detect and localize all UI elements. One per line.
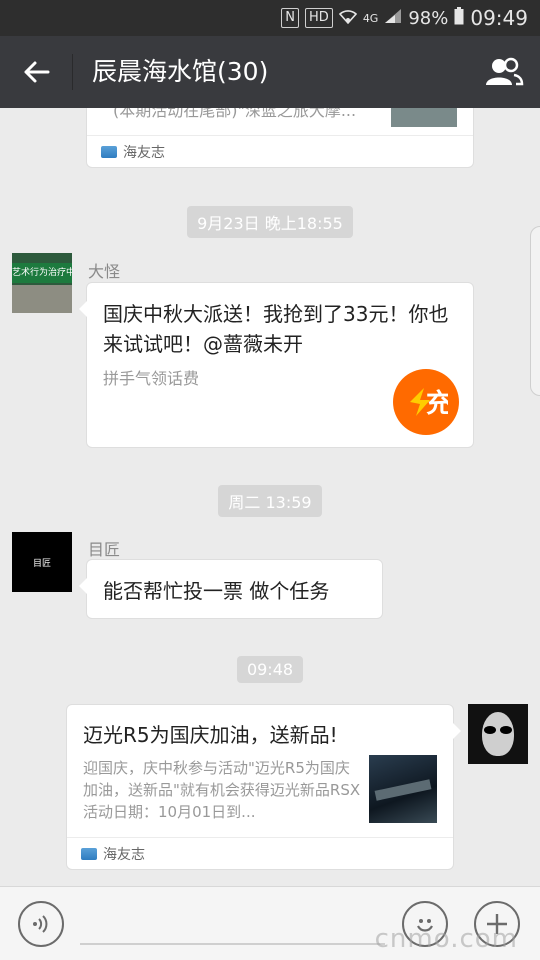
- article-thumbnail: [369, 755, 437, 823]
- arrow-left-icon: [24, 61, 50, 83]
- source-name: 海友志: [103, 846, 145, 863]
- voice-toggle-button[interactable]: [18, 901, 64, 947]
- avatar-sign: 艺术行为治疗中心: [12, 263, 72, 283]
- avatar-mujiang[interactable]: 目匠: [12, 532, 72, 592]
- message-text: 能否帮忙投一票 做个任务: [103, 578, 330, 603]
- timestamp: 周二 13:59: [0, 485, 540, 517]
- red-packet-card[interactable]: 国庆中秋大派送！我抢到了33元！你也来试试吧！@蔷薇未开 拼手气领话费 充: [79, 282, 474, 448]
- timestamp-label: 周二 13:59: [218, 485, 322, 517]
- wifi-icon: [338, 8, 357, 29]
- timestamp-label: 9月23日 晚上18:55: [187, 206, 353, 238]
- article-title: 迈光R5为国庆加油，送新品!: [83, 723, 338, 747]
- message-list[interactable]: (本期活动在尾部)"深蓝之旅大摩... 海友志 9月23日 晚上18:55 艺术…: [0, 108, 540, 886]
- article-description: 迎国庆，庆中秋参与活动"迈光R5为国庆加油，送新品"就有机会获得迈光新品RSX活…: [83, 759, 361, 821]
- timestamp: 9月23日 晚上18:55: [0, 206, 540, 238]
- timestamp-label: 09:48: [236, 656, 304, 683]
- source-logo-icon: [101, 145, 117, 158]
- hd-indicator: HD: [305, 8, 333, 28]
- message-input[interactable]: [80, 903, 385, 945]
- recharge-logo-icon: 充: [393, 369, 459, 435]
- group-info-button[interactable]: [484, 54, 524, 90]
- red-packet-subtitle: 拼手气领话费: [103, 369, 200, 388]
- battery-icon: [454, 6, 464, 30]
- article-source: 海友志: [67, 837, 453, 869]
- chat-header: 辰晨海水馆(30): [0, 36, 540, 108]
- article-thumbnail: [391, 108, 457, 127]
- sender-name: 目匠: [88, 540, 121, 559]
- input-bar: cnmo.com: [0, 886, 540, 960]
- nfc-indicator: N: [281, 8, 300, 28]
- scroll-indicator[interactable]: [530, 226, 540, 396]
- back-button[interactable]: [18, 54, 54, 90]
- watermark: cnmo.com: [374, 924, 518, 954]
- avatar-self[interactable]: [468, 704, 528, 764]
- header-divider: [72, 54, 73, 90]
- avatar-dagui[interactable]: 艺术行为治疗中心: [12, 253, 72, 313]
- article-source: 海友志: [87, 135, 473, 167]
- clock: 09:49: [470, 6, 528, 30]
- sunglasses-icon: [484, 726, 512, 734]
- voice-icon: [33, 915, 48, 933]
- avatar-label: 目匠: [32, 558, 51, 569]
- timestamp: 09:48: [0, 656, 540, 683]
- article-description: (本期活动在尾部)"深蓝之旅大摩...: [113, 108, 357, 120]
- group-members-icon: [486, 57, 524, 86]
- battery-percent: 98%: [408, 7, 449, 29]
- network-type: 4G: [362, 11, 379, 25]
- shared-article-card-previous[interactable]: (本期活动在尾部)"深蓝之旅大摩... 海友志: [86, 108, 474, 168]
- chat-title: 辰晨海水馆(30): [92, 57, 269, 86]
- red-packet-text: 国庆中秋大派送！我抢到了33元！你也来试试吧！@蔷薇未开: [103, 302, 449, 356]
- sender-name: 大怪: [88, 262, 121, 281]
- svg-text:充: 充: [426, 388, 448, 419]
- signal-icon: [384, 8, 402, 29]
- source-logo-icon: [81, 847, 97, 860]
- text-message-bubble[interactable]: 能否帮忙投一票 做个任务: [79, 559, 383, 619]
- status-bar: N HD 4G 98% 09:49: [0, 0, 540, 36]
- shared-article-card[interactable]: 迈光R5为国庆加油，送新品! 迎国庆，庆中秋参与活动"迈光R5为国庆加油，送新品…: [66, 704, 461, 870]
- source-name: 海友志: [123, 144, 165, 161]
